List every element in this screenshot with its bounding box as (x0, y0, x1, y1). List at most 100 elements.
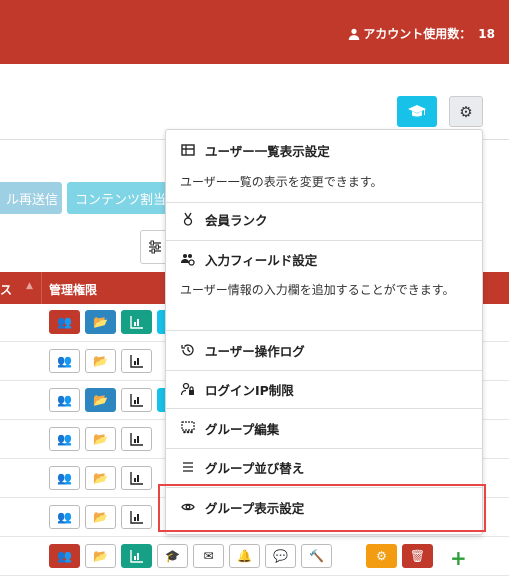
envelope-icon: ✉ (203, 549, 214, 563)
members-button[interactable]: 👥 (49, 427, 80, 451)
courses-button[interactable] (397, 96, 437, 127)
user-lock-icon (181, 382, 194, 396)
folder-open-icon: 📂 (93, 354, 108, 368)
comments-icon: 💬 (273, 549, 288, 563)
users-icon: 👥 (57, 393, 72, 407)
chart-icon (129, 355, 143, 368)
members-button[interactable]: 👥 (49, 349, 80, 373)
users-icon: 👥 (57, 471, 72, 485)
account-usage: アカウント使用数： 18 (348, 25, 495, 42)
account-usage-count: 18 (478, 26, 495, 41)
column-header-status[interactable]: ス (0, 281, 12, 298)
chart-button[interactable] (121, 310, 152, 334)
menu-item-login-ip-restriction[interactable]: ログインIP制限 (166, 379, 482, 399)
chart-button[interactable] (121, 388, 152, 412)
menu-item-user-list-settings[interactable]: ユーザー一覧表示設定 (166, 140, 482, 160)
top-bar: アカウント使用数： 18 (0, 0, 509, 64)
graduation-cap-icon (408, 104, 426, 116)
members-button[interactable]: 👥 (49, 388, 80, 412)
menu-item-label: ユーザー操作ログ (205, 343, 305, 359)
menu-item-label: ユーザー一覧表示設定 (205, 143, 330, 159)
users-icon: 👥 (57, 549, 72, 563)
chart-button[interactable] (121, 505, 152, 529)
folder-open-icon: 📂 (93, 549, 108, 563)
chart-icon (129, 550, 143, 563)
settings-button[interactable]: ⚙ (449, 96, 483, 127)
mail-button[interactable]: ✉ (193, 544, 224, 568)
folder-button[interactable]: 📂 (85, 427, 116, 451)
members-button[interactable]: 👥 (49, 466, 80, 490)
folder-button[interactable]: 📂 (85, 349, 116, 373)
table-icon (181, 144, 195, 156)
resend-mail-button[interactable]: ル再送信 (0, 182, 62, 214)
menu-item-input-field-settings[interactable]: 入力フィールド設定 (166, 249, 482, 269)
chart-icon (129, 316, 143, 329)
history-icon (181, 344, 194, 356)
delete-button[interactable]: 🗑 (402, 544, 433, 568)
sliders-icon (149, 240, 161, 254)
chart-button[interactable] (121, 466, 152, 490)
comments-button[interactable]: 💬 (265, 544, 296, 568)
account-usage-label: アカウント使用数： (363, 27, 472, 41)
menu-item-description: ユーザー一覧の表示を変更できます。 (180, 175, 383, 189)
chart-button[interactable] (121, 544, 152, 568)
users-icon: 👥 (57, 510, 72, 524)
add-button[interactable]: + (450, 546, 467, 570)
folder-button[interactable]: 📂 (85, 388, 116, 412)
menu-divider (166, 240, 482, 241)
menu-item-description: ユーザー情報の入力欄を追加することができます。 (180, 283, 455, 297)
menu-divider (166, 448, 482, 449)
gear-icon: ⚙ (459, 102, 473, 121)
folder-button[interactable]: 📂 (85, 466, 116, 490)
folder-button[interactable]: 📂 (85, 544, 116, 568)
members-button[interactable]: 👥 (49, 310, 80, 334)
chart-icon (129, 433, 143, 446)
members-button[interactable]: 👥 (49, 505, 80, 529)
menu-item-label: グループ並び替え (205, 460, 305, 476)
users-icon: 👥 (57, 354, 72, 368)
menu-divider (166, 408, 482, 409)
bars-icon (183, 462, 193, 472)
group-icon (181, 421, 195, 434)
folder-open-icon: 📂 (93, 315, 108, 329)
chart-icon (129, 394, 143, 407)
menu-item-group-sort[interactable]: グループ並び替え (166, 457, 482, 477)
users-cog-icon (181, 254, 195, 266)
menu-divider (166, 370, 482, 371)
bell-icon: 🔔 (237, 549, 252, 563)
course-button[interactable]: 🎓 (157, 544, 188, 568)
folder-open-icon: 📂 (93, 471, 108, 485)
medal-icon (183, 212, 193, 226)
menu-item-group-edit[interactable]: グループ編集 (166, 418, 482, 438)
edit-settings-button[interactable]: ⚙ (366, 544, 397, 568)
menu-item-label: 入力フィールド設定 (205, 252, 318, 268)
column-divider (41, 272, 42, 304)
folder-open-icon: 📂 (93, 393, 108, 407)
users-icon: 👥 (57, 315, 72, 329)
settings-dropdown: ユーザー一覧表示設定 ユーザー一覧の表示を変更できます。 会員ランク 入力フィー… (165, 129, 483, 535)
graduation-cap-icon: 🎓 (165, 549, 180, 563)
folder-button[interactable]: 📂 (85, 310, 116, 334)
gear-icon: ⚙ (376, 549, 387, 563)
content-assign-button[interactable]: コンテンツ割当 (67, 182, 167, 214)
notification-button[interactable]: 🔔 (229, 544, 260, 568)
sort-icon[interactable]: ▲ (26, 281, 33, 291)
gavel-icon: 🔨 (309, 549, 324, 563)
menu-divider (166, 330, 482, 331)
column-header-admin: 管理権限 (49, 283, 98, 297)
menu-divider (166, 202, 482, 203)
menu-item-label: 会員ランク (205, 212, 268, 228)
members-button[interactable]: 👥 (49, 544, 80, 568)
folder-button[interactable]: 📂 (85, 505, 116, 529)
chart-button[interactable] (121, 427, 152, 451)
users-icon: 👥 (57, 432, 72, 446)
chart-button[interactable] (121, 349, 152, 373)
menu-item-member-rank[interactable]: 会員ランク (166, 209, 482, 229)
menu-item-label: グループ編集 (205, 421, 280, 437)
menu-item-user-operation-log[interactable]: ユーザー操作ログ (166, 340, 482, 360)
folder-open-icon: 📂 (93, 510, 108, 524)
folder-open-icon: 📂 (93, 432, 108, 446)
gavel-button[interactable]: 🔨 (301, 544, 332, 568)
chart-icon (129, 472, 143, 485)
table-row: 👥 📂 🎓 ✉ 🔔 💬 🔨 ⚙ 🗑 + (0, 538, 509, 576)
